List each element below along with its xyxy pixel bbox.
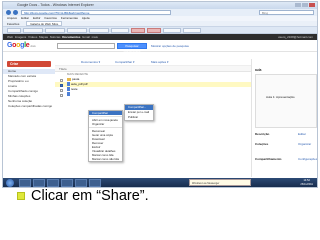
docs-header: Googledocs Pesquisar Documentos Mostrar … bbox=[3, 40, 317, 53]
folder-icon bbox=[67, 77, 71, 81]
context-mark-unread[interactable]: Marcar como não lida bbox=[89, 157, 122, 161]
item-title: teste bbox=[71, 87, 78, 91]
web-slice-gallery-link[interactable]: Galeria do Web Slice bbox=[26, 21, 63, 26]
preview-text: Aula 1: Apresentação bbox=[266, 95, 295, 99]
context-share[interactable]: Compartilhar bbox=[89, 111, 122, 115]
close-icon[interactable] bbox=[309, 3, 315, 7]
forward-icon[interactable] bbox=[13, 10, 18, 15]
share-dropdown[interactable]: Compartilhar ▾ bbox=[115, 59, 135, 66]
list-item[interactable] bbox=[55, 92, 251, 97]
minimize-icon[interactable] bbox=[295, 3, 301, 7]
google-bar-link-active[interactable]: Documentos bbox=[62, 35, 80, 39]
google-bar-link[interactable]: Vídeos bbox=[28, 35, 37, 39]
sharing-label: Compartilhamento bbox=[255, 157, 282, 161]
google-bar-link[interactable]: mais bbox=[92, 35, 98, 39]
google-bar-link[interactable]: Imagens bbox=[15, 35, 27, 39]
details-title: aula bbox=[255, 68, 262, 72]
document-icon bbox=[67, 87, 70, 92]
collections-organize-link[interactable]: Organizar bbox=[298, 142, 311, 146]
menu-divider bbox=[89, 116, 122, 117]
list-toolbar: Documentos ▾ Compartilhar ▾ Mais ações ▾ bbox=[55, 59, 251, 66]
slide-caption: Clicar em “Share”. bbox=[31, 188, 149, 204]
create-button[interactable]: Criar bbox=[7, 61, 51, 67]
menu-tools[interactable]: Ferramentas bbox=[61, 16, 78, 21]
menu-divider bbox=[89, 127, 122, 128]
docs-search-input[interactable] bbox=[57, 43, 115, 49]
browser-tab[interactable] bbox=[45, 28, 65, 33]
google-bar-link[interactable]: Notícias bbox=[50, 35, 61, 39]
search-docs-button[interactable]: Pesquisar Documentos bbox=[117, 43, 147, 53]
browser-title-bar: Google Docs - Todos - Windows Internet E… bbox=[3, 2, 317, 9]
collections-label: Coleções bbox=[255, 142, 269, 146]
start-button-icon[interactable] bbox=[6, 179, 14, 187]
more-actions-dropdown[interactable]: Mais ações ▾ bbox=[151, 59, 169, 66]
browser-tab[interactable] bbox=[163, 28, 181, 33]
item-title: pasta bbox=[72, 77, 80, 81]
browser-search-input[interactable]: Bing bbox=[259, 10, 314, 15]
browser-tab[interactable] bbox=[7, 28, 21, 33]
favorites-button[interactable]: Favoritos bbox=[7, 22, 19, 26]
google-docs-logo[interactable]: Googledocs bbox=[7, 42, 36, 49]
slide-bullet: Clicar em “Share”. bbox=[17, 186, 149, 206]
url-input[interactable]: http://docs.google.com/?hl=pt-BR&tab=wo#… bbox=[21, 10, 171, 15]
sidebar: Criar Home Marcado com estrela Proprietá… bbox=[3, 59, 55, 187]
browser-tab-strip bbox=[3, 27, 317, 34]
google-bar-link[interactable]: Mapas bbox=[39, 35, 48, 39]
bullet-square-icon bbox=[17, 192, 25, 200]
item-title: aula_pdf.pdf bbox=[71, 82, 88, 86]
browser-tab[interactable] bbox=[147, 28, 161, 33]
address-bar: http://docs.google.com/?hl=pt-BR&tab=wo#… bbox=[3, 9, 317, 16]
maximize-icon[interactable] bbox=[302, 3, 308, 7]
search-options-link[interactable]: Mostrar opções de pesquisa bbox=[151, 44, 189, 48]
context-menu: Compartilhar Abrir em nova janela Organi… bbox=[88, 110, 123, 162]
browser-tab[interactable] bbox=[89, 28, 109, 33]
browser-tab[interactable] bbox=[111, 28, 129, 33]
google-bar-link[interactable]: Web bbox=[7, 35, 13, 39]
row-checkbox[interactable] bbox=[60, 93, 63, 97]
back-icon[interactable] bbox=[6, 10, 11, 15]
browser-tab[interactable] bbox=[67, 28, 87, 33]
window-controls bbox=[295, 3, 315, 7]
browser-tab[interactable] bbox=[23, 28, 43, 33]
context-organize[interactable]: Organizar bbox=[89, 122, 122, 126]
taskbar-clock[interactable]: 14:52 26/11/2011 bbox=[300, 179, 313, 186]
menu-help[interactable]: Ajuda bbox=[82, 16, 90, 21]
document-preview[interactable]: Aula 1: Apresentação bbox=[255, 74, 317, 128]
description-label: Descrição bbox=[255, 132, 270, 136]
document-icon bbox=[67, 82, 70, 87]
documents-dropdown[interactable]: Documentos ▾ bbox=[81, 59, 100, 66]
document-icon bbox=[67, 92, 70, 97]
details-panel: aula Aula 1: Apresentação Descrição Edit… bbox=[251, 59, 317, 177]
submenu-publish[interactable]: Publicar bbox=[125, 115, 153, 120]
window-title: Google Docs - Todos - Windows Internet E… bbox=[17, 3, 94, 7]
screenshot-frame: Google Docs - Todos - Windows Internet E… bbox=[2, 1, 318, 188]
sharing-settings-link[interactable]: Configurações bbox=[298, 157, 317, 161]
sidebar-item-shared-collections[interactable]: Coleções compartilhadas comigo bbox=[3, 104, 55, 109]
share-submenu: Compartilhar... Enviar por e-mail Public… bbox=[124, 104, 154, 121]
description-edit-link[interactable]: Editar bbox=[298, 132, 306, 136]
google-bar-link[interactable]: Gmail bbox=[82, 35, 90, 39]
browser-tab-active[interactable] bbox=[131, 28, 145, 33]
browser-tab[interactable] bbox=[183, 28, 201, 33]
taskbar-notification[interactable]: Windows Live Messenger bbox=[189, 179, 251, 186]
